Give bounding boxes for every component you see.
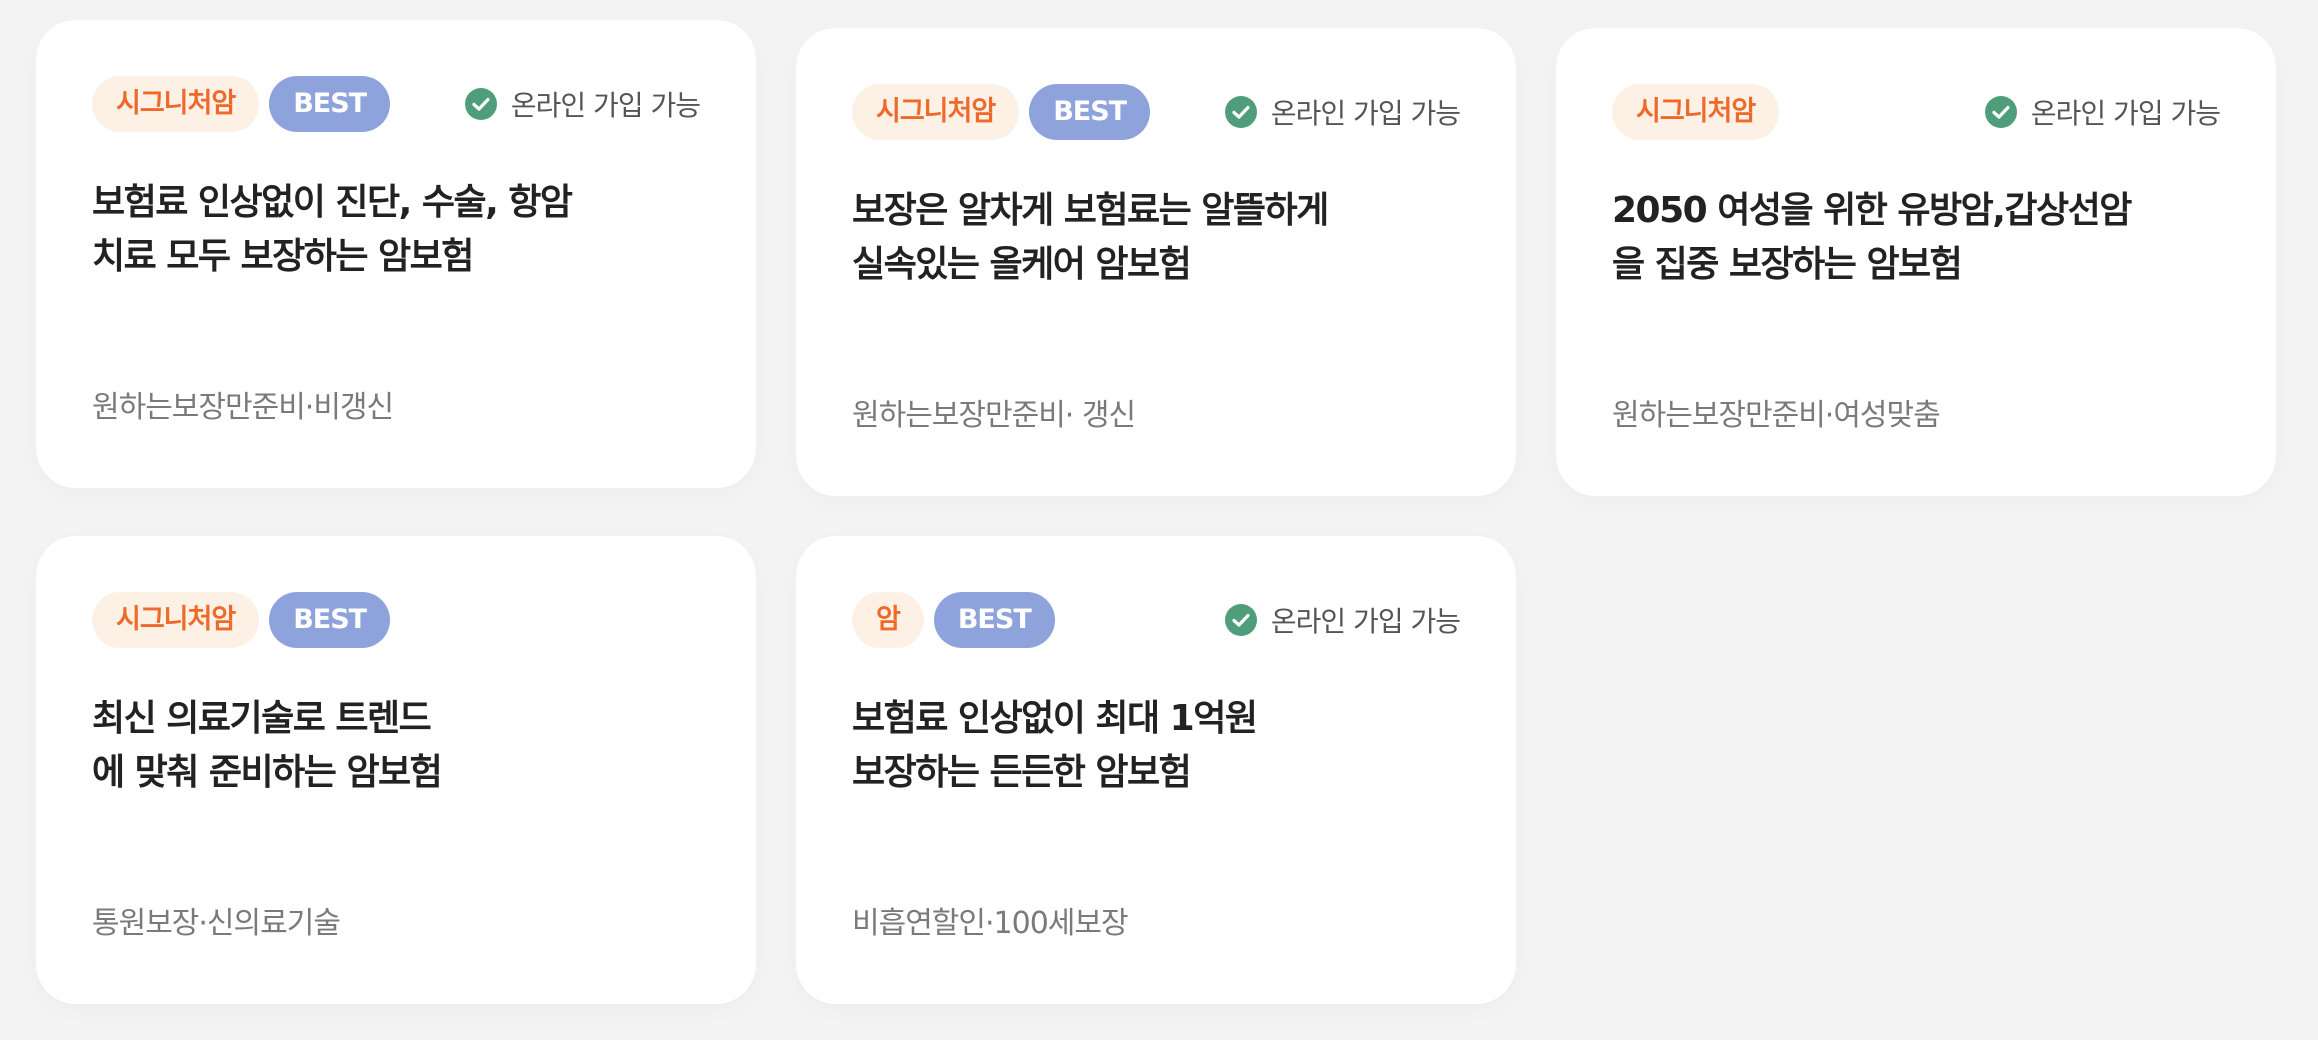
best-badge: BEST: [269, 592, 391, 648]
verified-check-icon: [1984, 96, 2017, 128]
badge-row: 암 BEST 온라인 가입 가능: [852, 592, 1461, 648]
product-title: 보험료 인상없이 진단, 수술, 항암 치료 모두 보장하는 암보험: [92, 176, 700, 284]
product-title: 최신 의료기술로 트렌드 에 맞춰 준비하는 암보험: [92, 692, 700, 800]
online-signup-indicator: 온라인 가입 가능: [1223, 592, 1461, 648]
online-signup-label: 온라인 가입 가능: [2030, 97, 2221, 130]
product-tags: 원하는보장만준비· 갱신: [852, 398, 1136, 433]
product-title-line: 치료 모두 보장하는 암보험: [92, 236, 474, 277]
online-signup-indicator: 온라인 가입 가능: [1223, 84, 1461, 140]
product-title-line: 을 집중 보장하는 암보험: [1612, 244, 1963, 285]
product-title: 보험료 인상없이 최대 1억원 보장하는 든든한 암보험: [852, 692, 1460, 800]
product-title: 보장은 알차게 보험료는 알뜰하게 실속있는 올케어 암보험: [852, 184, 1460, 292]
online-signup-indicator: 온라인 가입 가능: [463, 76, 701, 132]
product-title: 2050 여성을 위한 유방암,갑상선암 을 집중 보장하는 암보험: [1612, 184, 2220, 292]
product-title-line: 최신 의료기술로 트렌드: [92, 698, 432, 739]
product-title-line: 보험료 인상없이 진단, 수술, 항암: [92, 182, 573, 223]
best-badge: BEST: [269, 76, 391, 132]
category-badge: 시그니처암: [1612, 84, 1780, 140]
product-title-line: 2050 여성을 위한 유방암,갑상선암: [1612, 190, 2132, 231]
product-card[interactable]: 시그니처암 BEST 온라인 가입 가능 보장은 알차게 보험료는 알뜰하게 실…: [796, 28, 1516, 496]
product-tags: 원하는보장만준비·여성맞춤: [1612, 398, 1941, 433]
category-badge: 암: [852, 592, 924, 648]
product-title-line: 에 맞춰 준비하는 암보험: [92, 752, 443, 793]
verified-check-icon: [1224, 604, 1257, 636]
product-tags: 원하는보장만준비·비갱신: [92, 390, 394, 425]
verified-check-icon: [1224, 96, 1257, 128]
product-title-line: 보험료 인상없이 최대 1억원: [852, 698, 1258, 739]
product-card[interactable]: 암 BEST 온라인 가입 가능 보험료 인상없이 최대 1억원 보장하는 든든…: [796, 536, 1516, 1004]
product-card[interactable]: 시그니처암 온라인 가입 가능 2050 여성을 위한 유방암,갑상선암 을 집…: [1556, 28, 2276, 496]
category-badge: 시그니처암: [852, 84, 1020, 140]
badge-row: 시그니처암 BEST 온라인 가입 가능: [852, 84, 1461, 140]
verified-check-icon: [464, 88, 497, 120]
online-signup-label: 온라인 가입 가능: [1270, 97, 1461, 130]
badge-row: 시그니처암 BEST: [92, 592, 700, 648]
product-title-line: 보장하는 든든한 암보험: [852, 752, 1192, 793]
product-card[interactable]: 시그니처암 BEST 최신 의료기술로 트렌드 에 맞춰 준비하는 암보험 통원…: [36, 536, 756, 1004]
online-signup-indicator: 온라인 가입 가능: [1983, 84, 2221, 140]
badge-row: 시그니처암 BEST 온라인 가입 가능: [92, 76, 701, 132]
product-tags: 통원보장·신의료기술: [92, 906, 341, 941]
best-badge: BEST: [1029, 84, 1151, 140]
online-signup-label: 온라인 가입 가능: [1270, 605, 1461, 638]
category-badge: 시그니처암: [92, 592, 260, 648]
product-title-line: 실속있는 올케어 암보험: [852, 244, 1192, 285]
category-badge: 시그니처암: [92, 76, 260, 132]
badge-row: 시그니처암 온라인 가입 가능: [1612, 84, 2221, 140]
product-title-line: 보장은 알차게 보험료는 알뜰하게: [852, 190, 1329, 231]
online-signup-label: 온라인 가입 가능: [510, 89, 701, 122]
best-badge: BEST: [933, 592, 1055, 648]
product-tags: 비흡연할인·100세보장: [852, 906, 1129, 941]
product-card[interactable]: 시그니처암 BEST 온라인 가입 가능 보험료 인상없이 진단, 수술, 항암…: [36, 20, 756, 488]
